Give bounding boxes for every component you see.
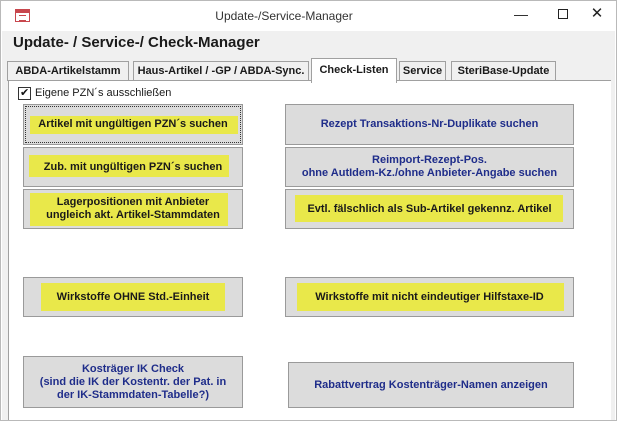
app-window: Update-/Service-Manager — ✕ Update- / Se… xyxy=(0,0,617,421)
button-label: Rabattvertrag Kostenträger-Namen anzeige… xyxy=(314,378,548,391)
exclude-own-pzn-label: Eigene PZN´s ausschließen xyxy=(35,87,172,99)
invalid-pzn-accessories-button[interactable]: Zub. mit ungültigen PZN´s suchen xyxy=(23,147,243,187)
window-title: Update-/Service-Manager xyxy=(215,9,353,23)
ambiguous-hilfstaxe-button[interactable]: Wirkstoffe mit nicht eindeutiger Hilfsta… xyxy=(285,277,574,317)
title-bar: Update-/Service-Manager — ✕ xyxy=(1,1,616,31)
tab-check-listen[interactable]: Check-Listen xyxy=(311,58,397,83)
button-label-line2: (sind die IK der Kostentr. der Pat. in xyxy=(39,375,227,388)
button-label-line2: ohne AutIdem-Kz./ohne Anbieter-Angabe su… xyxy=(301,167,558,179)
maximize-button[interactable] xyxy=(548,3,578,27)
tab-service[interactable]: Service xyxy=(399,61,446,81)
button-label-line3: der IK-Stammdaten-Tabelle?) xyxy=(57,388,209,401)
invalid-pzn-articles-button[interactable]: Artikel mit ungültigen PZN´s suchen xyxy=(23,104,243,145)
minimize-button[interactable]: — xyxy=(506,3,536,27)
tab-steribase-update[interactable]: SteriBase-Update xyxy=(451,61,556,81)
button-label: Rezept Transaktions-Nr-Duplikate suchen xyxy=(320,118,539,130)
button-label: Wirkstoffe OHNE Std.-Einheit xyxy=(56,290,210,303)
reimport-prescription-button[interactable]: Reimport-Rezept-Pos. ohne AutIdem-Kz./oh… xyxy=(285,147,574,187)
form-body: Update- / Service-/ Check-Manager ABDA-A… xyxy=(2,31,615,420)
button-label: Zub. mit ungültigen PZN´s suchen xyxy=(43,160,223,173)
button-label-line1: Reimport-Rezept-Pos. xyxy=(372,154,487,166)
ingredients-without-unit-button[interactable]: Wirkstoffe OHNE Std.-Einheit xyxy=(23,277,243,317)
rebate-contract-names-button[interactable]: Rabattvertrag Kostenträger-Namen anzeige… xyxy=(288,362,574,408)
page-title: Update- / Service-/ Check-Manager xyxy=(13,34,260,51)
button-label: Evtl. fälschlich als Sub-Artikel gekennz… xyxy=(307,202,552,215)
stock-positions-supplier-button[interactable]: Lagerpositionen mit Anbieter ungleich ak… xyxy=(23,189,243,229)
button-label-line1: Kosträger IK Check xyxy=(81,362,185,375)
button-label-line1: Lagerpositionen mit Anbieter xyxy=(56,196,210,208)
button-label: Artikel mit ungültigen PZN´s suchen xyxy=(38,118,228,130)
button-label: Wirkstoffe mit nicht eindeutiger Hilfsta… xyxy=(315,290,544,303)
prescription-duplicates-button[interactable]: Rezept Transaktions-Nr-Duplikate suchen xyxy=(285,104,574,145)
button-label-line2: ungleich akt. Artikel-Stammdaten xyxy=(46,209,220,221)
close-button[interactable]: ✕ xyxy=(582,3,612,27)
maximize-icon xyxy=(558,9,568,19)
tab-haus-artikel[interactable]: Haus-Artikel / -GP / ABDA-Sync. xyxy=(133,61,309,81)
exclude-own-pzn-checkbox[interactable] xyxy=(18,86,31,100)
wrong-sub-article-button[interactable]: Evtl. fälschlich als Sub-Artikel gekennz… xyxy=(285,189,574,229)
cost-bearer-ik-check-button[interactable]: Kosträger IK Check (sind die IK der Kost… xyxy=(23,356,243,408)
tab-abda-artikelstamm[interactable]: ABDA-Artikelstamm xyxy=(7,61,129,81)
